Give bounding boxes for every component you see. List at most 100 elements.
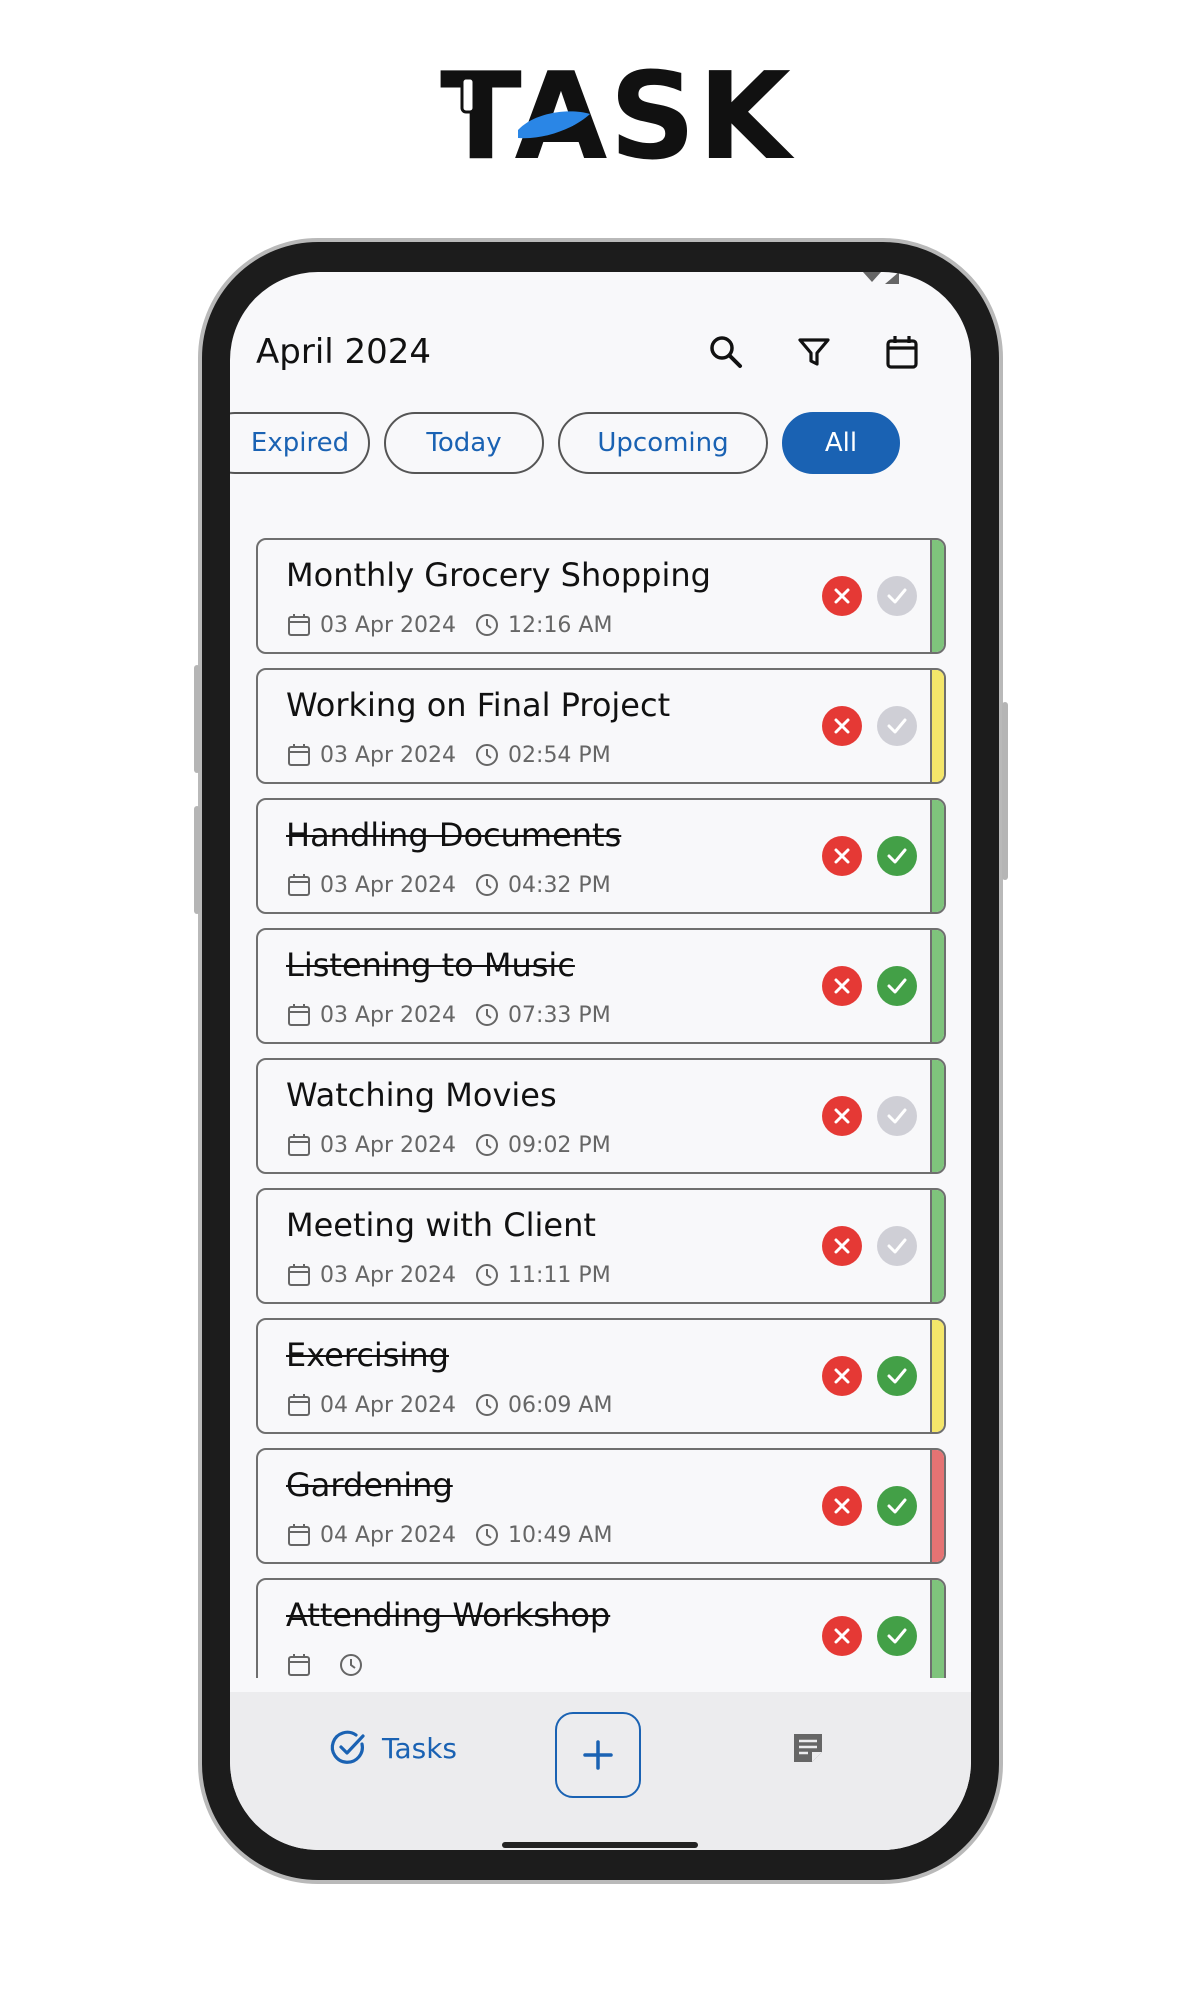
task-meta: 03 Apr 2024 12:16 AM xyxy=(286,612,630,638)
task-title: Watching Movies xyxy=(286,1076,557,1114)
delete-icon[interactable] xyxy=(822,1616,862,1656)
delete-icon[interactable] xyxy=(822,1226,862,1266)
task-title: Attending Workshop xyxy=(286,1596,611,1634)
filter-chips: Expired Today Upcoming All xyxy=(230,412,971,478)
delete-icon[interactable] xyxy=(822,966,862,1006)
task-date: 04 Apr 2024 xyxy=(320,1522,457,1548)
task-title: Exercising xyxy=(286,1336,449,1374)
calendar-icon xyxy=(286,1652,312,1678)
phone-side-button xyxy=(194,806,200,914)
priority-bar xyxy=(930,1580,944,1678)
task-meta xyxy=(286,1652,390,1678)
calendar-icon xyxy=(286,1002,312,1028)
task-title: Monthly Grocery Shopping xyxy=(286,556,711,594)
task-date: 03 Apr 2024 xyxy=(320,1132,457,1158)
task-meta: 03 Apr 2024 04:32 PM xyxy=(286,872,629,898)
check-icon[interactable] xyxy=(877,836,917,876)
plus-icon xyxy=(580,1737,616,1773)
nav-tasks-button[interactable]: Tasks xyxy=(328,1724,457,1772)
add-task-button[interactable] xyxy=(555,1712,641,1798)
home-indicator xyxy=(502,1842,698,1848)
logo-pen-icon xyxy=(460,76,590,139)
task-card[interactable]: Watching Movies 03 Apr 2024 09:02 PM xyxy=(256,1058,946,1174)
calendar-icon xyxy=(286,872,312,898)
chip-all[interactable]: All xyxy=(782,412,900,474)
check-icon[interactable] xyxy=(877,966,917,1006)
chip-expired[interactable]: Expired xyxy=(230,412,370,474)
task-meta: 03 Apr 2024 07:33 PM xyxy=(286,1002,629,1028)
phone-side-button xyxy=(194,665,200,773)
task-card[interactable]: Listening to Music 03 Apr 2024 07:33 PM xyxy=(256,928,946,1044)
check-icon[interactable] xyxy=(877,706,917,746)
priority-bar xyxy=(930,930,944,1042)
task-date: 03 Apr 2024 xyxy=(320,1002,457,1028)
delete-icon[interactable] xyxy=(822,576,862,616)
clock-icon xyxy=(474,1002,500,1028)
task-list: Monthly Grocery Shopping 03 Apr 2024 12:… xyxy=(256,538,946,1678)
task-card[interactable]: Working on Final Project 03 Apr 2024 02:… xyxy=(256,668,946,784)
delete-icon[interactable] xyxy=(822,836,862,876)
task-date: 03 Apr 2024 xyxy=(320,612,457,638)
delete-icon[interactable] xyxy=(822,1096,862,1136)
task-title: Working on Final Project xyxy=(286,686,671,724)
task-card[interactable]: Monthly Grocery Shopping 03 Apr 2024 12:… xyxy=(256,538,946,654)
app-screen: April 2024 Expired Today Upcoming All Mo… xyxy=(230,272,971,1850)
task-title: Listening to Music xyxy=(286,946,575,984)
chip-label: Upcoming xyxy=(597,428,729,458)
delete-icon[interactable] xyxy=(822,1486,862,1526)
task-time: 11:11 PM xyxy=(508,1262,611,1288)
chip-upcoming[interactable]: Upcoming xyxy=(558,412,768,474)
clock-icon xyxy=(474,872,500,898)
check-icon[interactable] xyxy=(877,1616,917,1656)
clock-icon xyxy=(338,1652,364,1678)
task-time: 06:09 AM xyxy=(508,1392,613,1418)
task-card[interactable]: Meeting with Client 03 Apr 2024 11:11 PM xyxy=(256,1188,946,1304)
task-time: 07:33 PM xyxy=(508,1002,611,1028)
clock-icon xyxy=(474,1392,500,1418)
search-icon[interactable] xyxy=(706,332,746,372)
task-card[interactable]: Handling Documents 03 Apr 2024 04:32 PM xyxy=(256,798,946,914)
calendar-icon xyxy=(286,742,312,768)
delete-icon[interactable] xyxy=(822,1356,862,1396)
phone-side-button xyxy=(1002,702,1008,880)
clock-icon xyxy=(474,1262,500,1288)
task-title: Handling Documents xyxy=(286,816,622,854)
task-time: 02:54 PM xyxy=(508,742,611,768)
clock-icon xyxy=(474,1522,500,1548)
chip-today[interactable]: Today xyxy=(384,412,544,474)
task-date: 03 Apr 2024 xyxy=(320,872,457,898)
chip-label: Today xyxy=(426,428,502,458)
clock-icon xyxy=(474,1132,500,1158)
check-icon[interactable] xyxy=(877,1356,917,1396)
priority-bar xyxy=(930,1060,944,1172)
task-time: 12:16 AM xyxy=(508,612,613,638)
calendar-icon xyxy=(286,1132,312,1158)
calendar-icon xyxy=(286,612,312,638)
clock-icon xyxy=(474,742,500,768)
task-date: 03 Apr 2024 xyxy=(320,1262,457,1288)
delete-icon[interactable] xyxy=(822,706,862,746)
task-card[interactable]: Attending Workshop xyxy=(256,1578,946,1678)
priority-bar xyxy=(930,1320,944,1432)
task-card[interactable]: Gardening 04 Apr 2024 10:49 AM xyxy=(256,1448,946,1564)
check-icon[interactable] xyxy=(877,576,917,616)
nav-tasks-label: Tasks xyxy=(382,1731,458,1765)
app-logo: TASK xyxy=(440,58,791,178)
task-title: Meeting with Client xyxy=(286,1206,596,1244)
notes-icon[interactable] xyxy=(790,1730,826,1766)
check-icon[interactable] xyxy=(877,1096,917,1136)
priority-bar xyxy=(930,1190,944,1302)
priority-bar xyxy=(930,1450,944,1562)
priority-bar xyxy=(930,670,944,782)
task-card[interactable]: Exercising 04 Apr 2024 06:09 AM xyxy=(256,1318,946,1434)
page-title: April 2024 xyxy=(256,332,432,372)
task-meta: 03 Apr 2024 02:54 PM xyxy=(286,742,629,768)
filter-icon[interactable] xyxy=(794,332,834,372)
calendar-icon xyxy=(286,1522,312,1548)
check-icon[interactable] xyxy=(877,1226,917,1266)
check-icon[interactable] xyxy=(877,1486,917,1526)
clock-icon xyxy=(474,612,500,638)
task-time: 04:32 PM xyxy=(508,872,611,898)
calendar-icon[interactable] xyxy=(882,332,922,372)
task-date: 04 Apr 2024 xyxy=(320,1392,457,1418)
